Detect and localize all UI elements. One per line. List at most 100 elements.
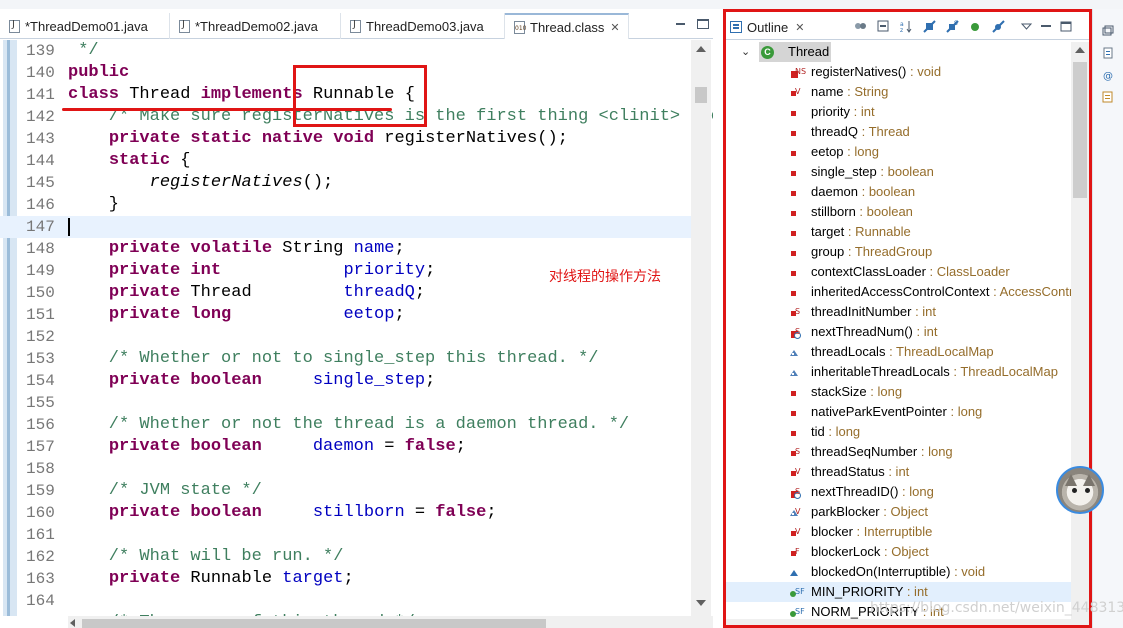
outline-item[interactable]: tid : long [726, 422, 1073, 442]
chevron-down-icon[interactable]: ⌄ [741, 42, 750, 62]
member-type: : AccessContr [989, 284, 1074, 299]
outline-item[interactable]: stackSize : long [726, 382, 1073, 402]
code-line[interactable]: 146 } [0, 194, 713, 216]
collapse-all-icon[interactable] [877, 20, 890, 33]
sort-icon[interactable]: az [900, 20, 913, 33]
restore-icon[interactable] [1102, 25, 1114, 37]
outline-item[interactable]: threadQ : Thread [726, 122, 1073, 142]
declaration-icon[interactable]: @ [1102, 69, 1114, 81]
outline-item[interactable]: stillborn : boolean [726, 202, 1073, 222]
problems-icon[interactable] [1102, 91, 1114, 103]
outline-item[interactable]: inheritableThreadLocals : ThreadLocalMap [726, 362, 1073, 382]
outline-item[interactable]: FblockerLock : Object [726, 542, 1073, 562]
code-line[interactable]: 151 private long eetop; [0, 304, 713, 326]
view-menu-icon[interactable] [1020, 20, 1033, 33]
code-text: private static native void registerNativ… [68, 128, 568, 150]
code-line[interactable]: 164 [0, 590, 713, 612]
code-line[interactable]: 163 private Runnable target; [0, 568, 713, 590]
package-field-icon: V [788, 507, 802, 519]
outline-item[interactable]: Vname : String [726, 82, 1073, 102]
private-field-icon: V [788, 527, 802, 539]
hide-non-public-icon[interactable] [969, 20, 982, 33]
code-token: /* Whether or not to single_step this th… [68, 349, 599, 368]
code-line[interactable]: 155 [0, 392, 713, 414]
minimize-icon[interactable] [675, 19, 687, 29]
code-line[interactable]: 157 private boolean daemon = false; [0, 436, 713, 458]
code-line[interactable]: 162 /* What will be run. */ [0, 546, 713, 568]
code-line[interactable]: 148 private volatile String name; [0, 238, 713, 260]
outline-item[interactable]: SnextThreadNum() : int [726, 322, 1073, 342]
maximize-icon[interactable] [1060, 20, 1073, 33]
code-line[interactable]: 159 /* JVM state */ [0, 480, 713, 502]
code-line[interactable]: 145 registerNatives(); [0, 172, 713, 194]
hide-fields-icon[interactable] [923, 20, 936, 33]
outline-item[interactable]: SnextThreadID() : long [726, 482, 1073, 502]
outline-item[interactable]: SthreadSeqNumber : long [726, 442, 1073, 462]
scroll-down-icon[interactable] [696, 600, 706, 606]
editor-horizontal-scrollbar[interactable] [68, 616, 713, 628]
tab-threaddemo02[interactable]: *ThreadDemo02.java [170, 13, 341, 39]
outline-item[interactable]: Vblocker : Interruptible [726, 522, 1073, 542]
tab-threaddemo03[interactable]: ThreadDemo03.java [341, 13, 505, 39]
scroll-thumb[interactable] [82, 619, 546, 628]
avatar[interactable] [1056, 466, 1104, 514]
code-text: static { [68, 150, 191, 172]
close-icon[interactable]: ✕ [610, 21, 619, 34]
code-line[interactable]: 152 [0, 326, 713, 348]
outline-item[interactable]: NS registerNatives() : void [726, 62, 1073, 82]
code-line[interactable]: 153 /* Whether or not to single_step thi… [0, 348, 713, 370]
outline-item[interactable]: group : ThreadGroup [726, 242, 1073, 262]
scroll-thumb[interactable] [1073, 62, 1087, 198]
outline-item[interactable]: VparkBlocker : Object [726, 502, 1073, 522]
code-token: implements [200, 85, 303, 104]
code-line[interactable]: 143 private static native void registerN… [0, 128, 713, 150]
outline-horizontal-scrollbar[interactable] [726, 619, 1071, 625]
outline-item[interactable]: nativeParkEventPointer : long [726, 402, 1073, 422]
code-line[interactable]: 154 private boolean single_step; [0, 370, 713, 392]
outline-item[interactable]: target : Runnable [726, 222, 1073, 242]
outline-item[interactable]: daemon : boolean [726, 182, 1073, 202]
link-editor-icon[interactable] [854, 20, 867, 33]
scroll-up-icon[interactable] [1075, 47, 1085, 53]
tab-outline[interactable]: Outline ✕ [730, 16, 804, 38]
line-number: 158 [26, 460, 55, 478]
outline-item[interactable]: contextClassLoader : ClassLoader [726, 262, 1073, 282]
outline-item[interactable]: SF MIN_PRIORITY : int [726, 582, 1073, 602]
editor-vertical-scrollbar[interactable] [691, 40, 711, 616]
outline-item[interactable]: SthreadInitNumber : int [726, 302, 1073, 322]
member-name: nativeParkEventPointer [811, 404, 947, 419]
outline-item[interactable]: threadLocals : ThreadLocalMap [726, 342, 1073, 362]
tab-threaddemo01[interactable]: *ThreadDemo01.java [0, 13, 170, 39]
private-field-icon [788, 167, 802, 179]
outline-item[interactable]: single_step : boolean [726, 162, 1073, 182]
outline-root-class[interactable]: ⌄ Thread C [726, 42, 1073, 62]
javadoc-icon[interactable] [1102, 47, 1114, 59]
code-line[interactable]: 156 /* Whether or not the thread is a da… [0, 414, 713, 436]
hide-static-icon[interactable]: S [946, 20, 959, 33]
scroll-thumb[interactable] [695, 87, 707, 103]
member-name: blockerLock [811, 544, 881, 559]
outline-item[interactable]: eetop : long [726, 142, 1073, 162]
scroll-left-icon[interactable] [70, 619, 75, 627]
code-line[interactable]: 160 private boolean stillborn = false; [0, 502, 713, 524]
close-icon[interactable]: ✕ [795, 21, 804, 34]
outline-item[interactable]: blockedOn(Interruptible) : void [726, 562, 1073, 582]
maximize-icon[interactable] [697, 19, 709, 29]
code-line[interactable]: 144 static { [0, 150, 713, 172]
tab-thread-class[interactable]: Thread.class ✕ [505, 13, 629, 39]
code-line[interactable]: 161 [0, 524, 713, 546]
outline-item[interactable]: inheritedAccessControlContext : AccessCo… [726, 282, 1073, 302]
code-line[interactable]: 147 [0, 216, 691, 238]
line-number: 150 [26, 284, 55, 302]
outline-item-label: threadInitNumber : int [811, 302, 936, 322]
code-line[interactable]: 158 [0, 458, 713, 480]
code-line[interactable]: 139 */ [0, 40, 713, 62]
outline-item[interactable]: priority : int [726, 102, 1073, 122]
private-field-icon [788, 207, 802, 219]
outline-vertical-scrollbar[interactable] [1071, 42, 1089, 625]
outline-item[interactable]: VthreadStatus : int [726, 462, 1073, 482]
hide-local-types-icon[interactable] [992, 20, 1005, 33]
code-text: } [68, 194, 119, 216]
minimize-icon[interactable] [1040, 20, 1053, 33]
scroll-up-icon[interactable] [696, 46, 706, 52]
